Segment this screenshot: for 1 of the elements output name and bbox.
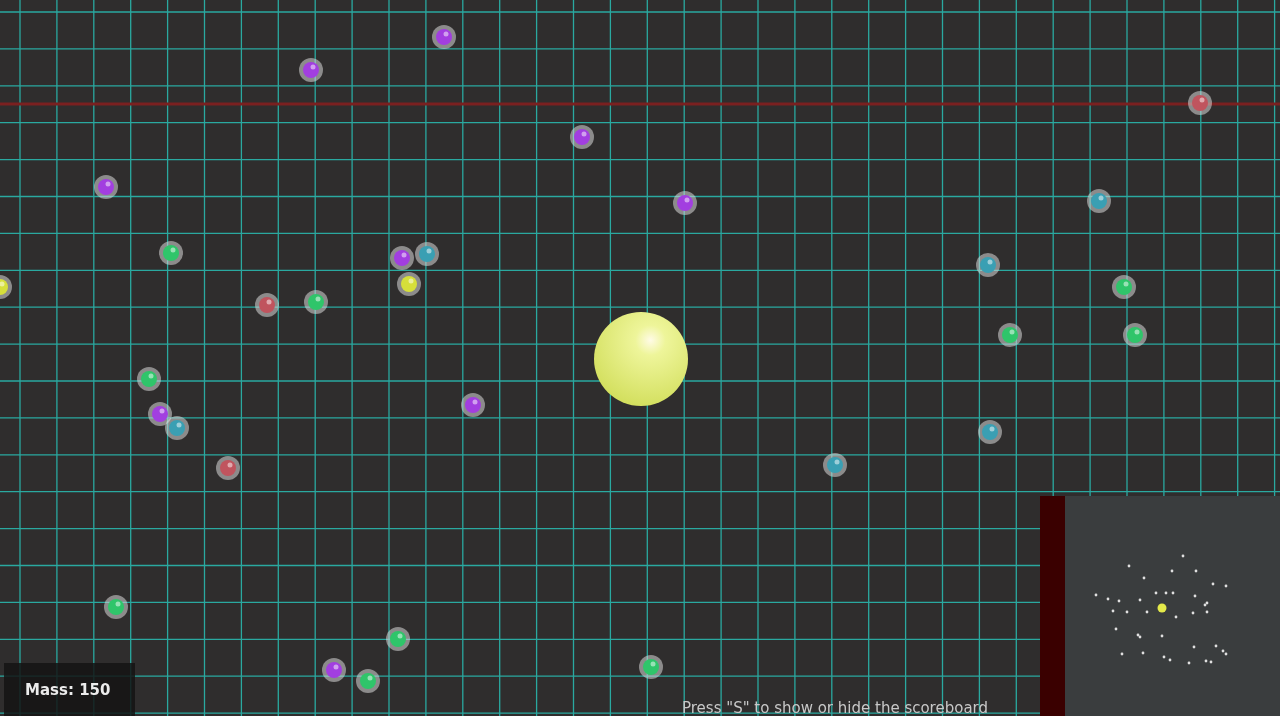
mass-counter: Mass: 150 — [4, 663, 135, 716]
